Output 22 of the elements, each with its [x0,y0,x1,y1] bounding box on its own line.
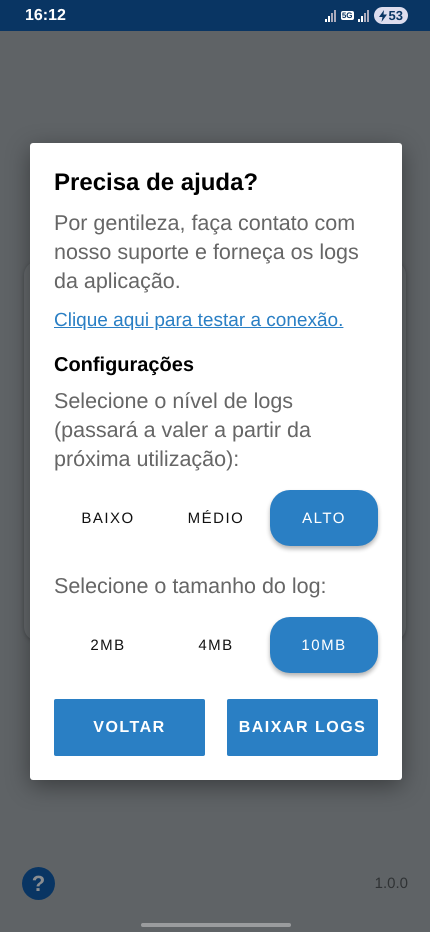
dialog-title: Precisa de ajuda? [54,169,260,197]
signal-icon [358,10,370,22]
log-size-option[interactable]: 2MB [54,617,162,673]
log-level-option[interactable]: BAIXO [54,490,162,546]
log-size-label: Selecione o tamanho do log: [54,573,328,600]
help-button[interactable]: ? [22,867,55,900]
battery-indicator: 53 [374,7,408,24]
charging-icon [378,10,387,22]
test-connection-link[interactable]: Clique aqui para testar a conexão. [54,310,378,332]
section-title: Configurações [54,354,196,377]
back-button[interactable]: VOLTAR [54,699,205,756]
clock: 16:12 [25,6,66,24]
download-logs-button[interactable]: BAIXAR LOGS [227,699,378,756]
log-level-label: Selecione o nível de logs (passará a valer a partir da próxima utilização): [54,388,312,473]
log-level-option[interactable]: MÉDIO [162,490,270,546]
log-size-option[interactable]: 10MB [270,617,378,673]
log-size-option[interactable]: 4MB [162,617,270,673]
log-level-option[interactable]: ALTO [270,490,378,546]
signal-icon [324,10,337,22]
navigation-handle[interactable] [141,923,291,927]
network-type: 5G [340,11,354,20]
dialog-message: Por gentileza, faça contato com nosso suporte e forneça os logs da aplicação. [54,210,360,295]
